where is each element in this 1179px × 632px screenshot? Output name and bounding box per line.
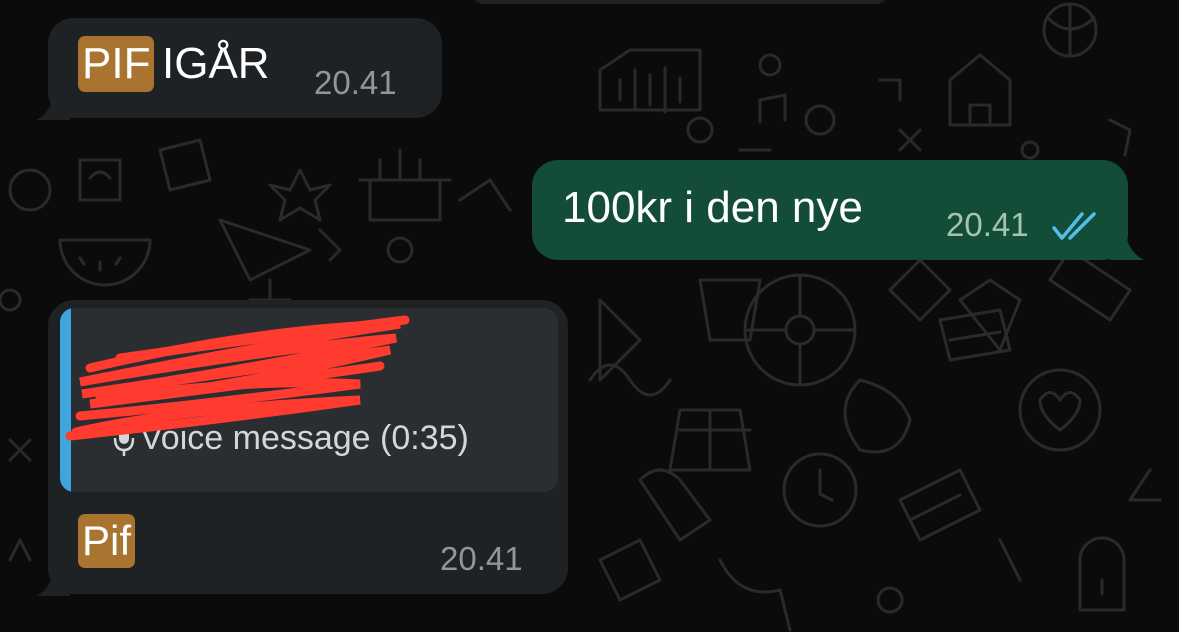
bubble-tail [1110, 218, 1144, 260]
sender-tag: Pif [78, 514, 136, 568]
message-text: IGÅR [162, 39, 270, 88]
sender-tag: PIF [78, 36, 155, 92]
double-check-icon [1052, 212, 1096, 240]
message-text: 100kr i den nye [562, 183, 863, 232]
bubble-tail [36, 78, 70, 120]
redaction-scribble [65, 315, 410, 441]
message-time: 20.41 [314, 64, 397, 101]
bubble-tail [36, 554, 70, 596]
reply-quote[interactable]: Voice message (0:35) [60, 308, 558, 492]
message-bubble-incoming[interactable]: PIF IGÅR 20.41 [36, 18, 442, 120]
message-bubble-outgoing[interactable]: 100kr i den nye 20.41 [532, 160, 1144, 260]
message-time: 20.41 [440, 540, 523, 577]
previous-message-edge [470, 0, 890, 4]
message-bubble-incoming-reply[interactable]: Voice message (0:35) Pif 20.41 [36, 300, 568, 596]
message-time: 20.41 [946, 206, 1029, 243]
